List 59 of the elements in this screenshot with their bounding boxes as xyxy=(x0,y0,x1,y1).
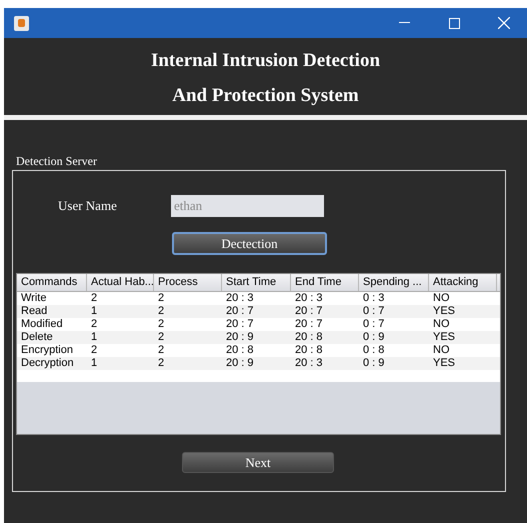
table-cell-text: Modified xyxy=(20,318,64,331)
panel-title: Detection Server xyxy=(16,154,97,168)
column-header[interactable]: Actual Hab... xyxy=(87,274,154,291)
column-header[interactable]: Start Time xyxy=(222,274,291,291)
table-cell-text: 20 : 8 xyxy=(225,344,255,357)
table-cell-text: 0 : 9 xyxy=(362,331,386,344)
table-cell-text: YES xyxy=(432,357,456,370)
table-cell-text: Encryption xyxy=(20,344,74,357)
table-cell-text: 2 xyxy=(90,292,98,305)
next-button[interactable]: Next xyxy=(182,452,334,473)
table-cell-text: 0 : 8 xyxy=(362,344,386,357)
table-cell-text: 2 xyxy=(90,318,98,331)
maximize-icon xyxy=(448,18,460,28)
table-cell-text: 1 xyxy=(90,357,98,370)
table-cell-text: 1 xyxy=(90,331,98,344)
table-cell-text: 0 : 3 xyxy=(362,292,386,305)
table-cell-text: 20 : 7 xyxy=(294,318,324,331)
table-cell-text: 2 xyxy=(157,305,166,318)
table-cell-text: 2 xyxy=(157,344,166,357)
table-cell-text: Decryption xyxy=(20,357,75,370)
table-cell-text: 20 : 3 xyxy=(294,357,324,370)
column-header[interactable]: Process xyxy=(154,274,222,291)
table-cell-text: 20 : 7 xyxy=(294,305,324,318)
table-cell-text: Delete xyxy=(20,331,54,344)
user-name-label: User Name xyxy=(58,197,118,216)
table-cell-text: 20 : 7 xyxy=(225,305,255,318)
header-title: Internal Intrusion Detection xyxy=(150,50,380,72)
table-cell-text: 20 : 3 xyxy=(225,292,255,305)
table-cell-text: 2 xyxy=(90,344,98,357)
table-cell-text: 0 : 7 xyxy=(362,318,386,331)
table-cell-text: 20 : 8 xyxy=(294,331,324,344)
table-cell-text: 1 xyxy=(90,305,98,318)
column-header[interactable]: Commands xyxy=(17,274,87,291)
table-cell-text: Read xyxy=(20,305,48,318)
column-header[interactable]: Attacking xyxy=(429,274,497,291)
minimize-icon xyxy=(398,22,410,24)
table-cell-text: 0 : 9 xyxy=(362,357,386,370)
table-cell-text: 2 xyxy=(157,292,166,305)
table-cell-text: 0 : 7 xyxy=(362,305,386,318)
table-cell-text: NO xyxy=(432,292,450,305)
table-cell-text: NO xyxy=(432,318,450,331)
table-cell-text: Write xyxy=(20,292,48,305)
app-icon xyxy=(14,16,29,30)
table-cell-text: 20 : 3 xyxy=(294,292,324,305)
header-title: And Protection System xyxy=(172,85,359,107)
table-cell-text: 2 xyxy=(157,318,166,331)
detection-button[interactable]: Dectection xyxy=(172,232,327,255)
table-cell-text: 20 : 9 xyxy=(225,331,255,344)
table-cell-text: 20 : 8 xyxy=(294,344,324,357)
column-header[interactable]: Spending ... xyxy=(359,274,429,291)
table-cell-text: 20 : 7 xyxy=(225,318,255,331)
table-cell-text: NO xyxy=(432,344,450,357)
column-header[interactable]: End Time xyxy=(291,274,359,291)
table-cell-text: YES xyxy=(432,305,456,318)
table-cell-text: YES xyxy=(432,331,456,344)
table-cell-text: 2 xyxy=(157,331,166,344)
close-icon xyxy=(498,17,510,29)
table-cell-text: 20 : 9 xyxy=(225,357,255,370)
table-cell-text: 2 xyxy=(157,357,166,370)
